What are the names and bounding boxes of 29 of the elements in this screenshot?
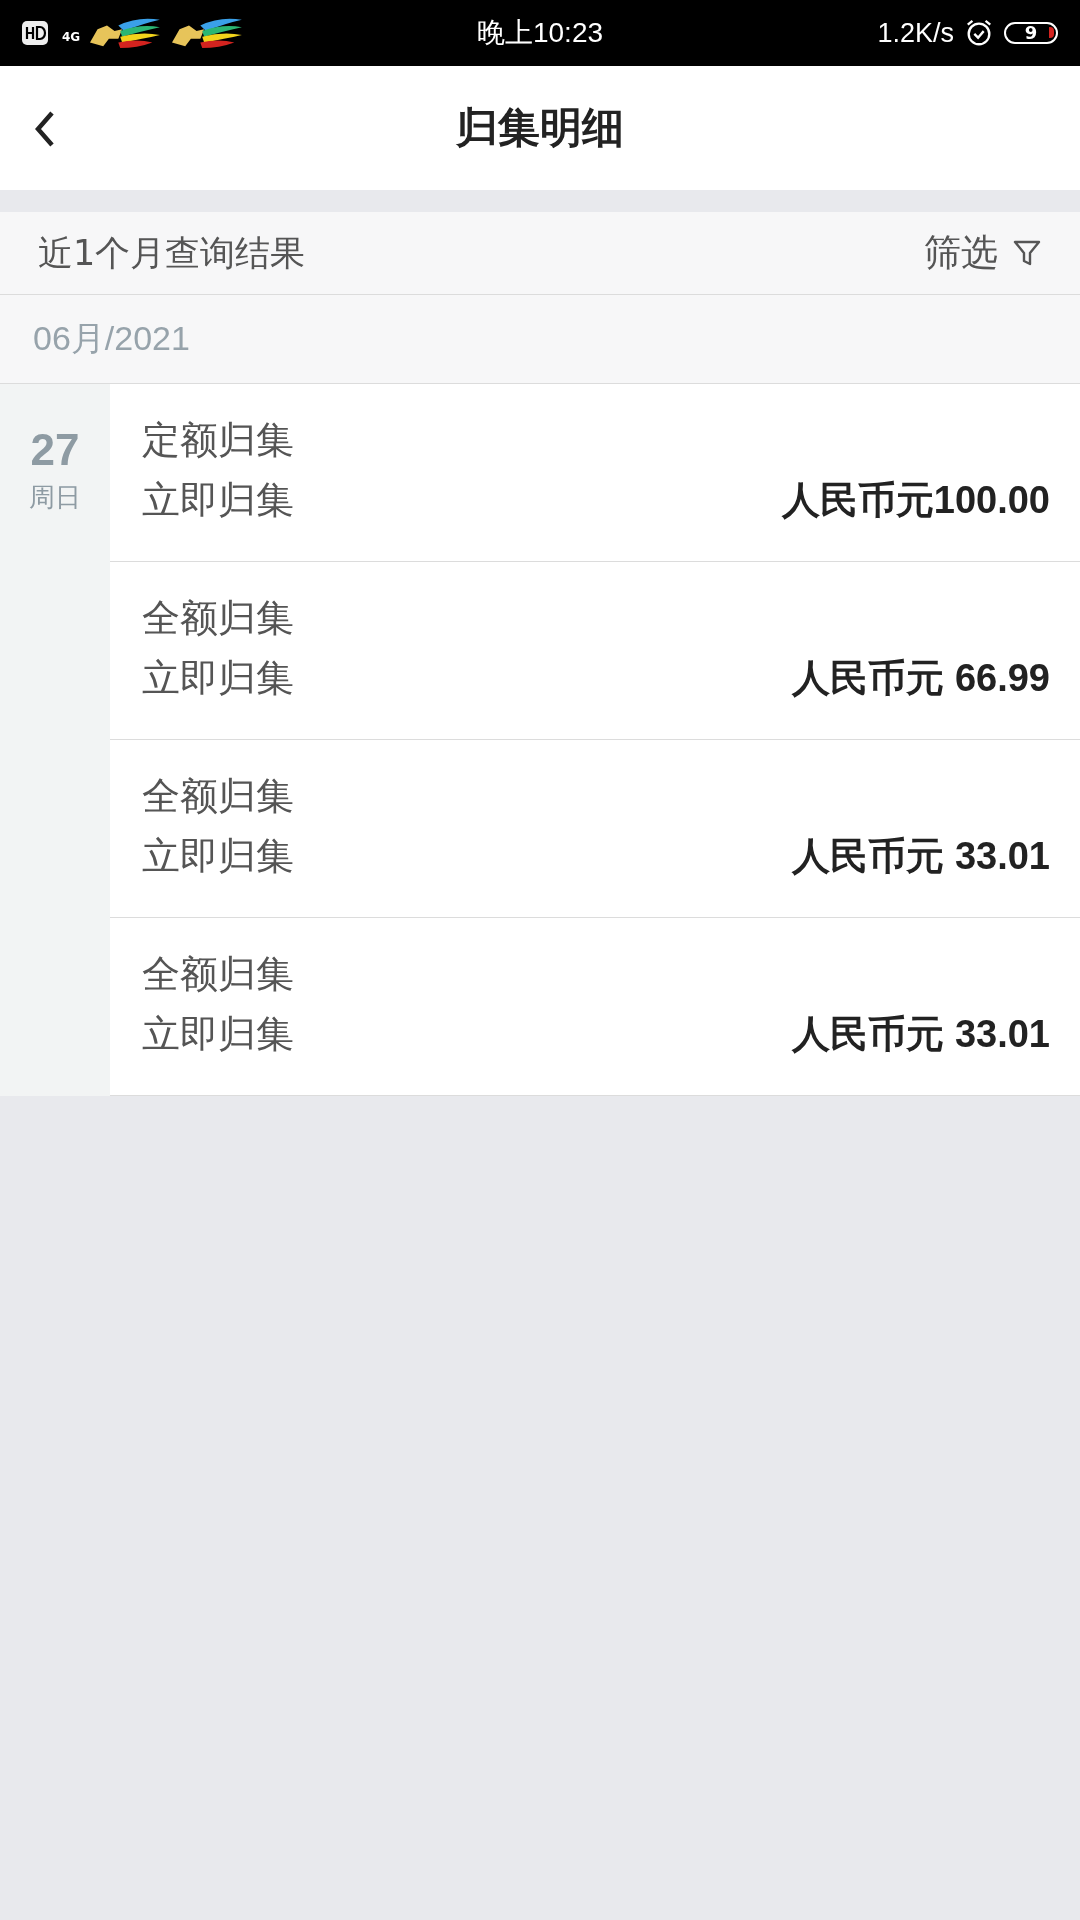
hd-icon [22, 21, 48, 45]
record-type: 全额归集 [142, 773, 295, 820]
record-mode: 立即归集 [142, 477, 294, 524]
record-mode: 立即归集 [142, 833, 294, 880]
record-amount: 人民币元 33.01 [792, 833, 1050, 879]
clock-time: 晚上10:23 [476, 16, 604, 50]
record-amount: 人民币元 66.99 [792, 655, 1050, 701]
filter-icon [1012, 238, 1042, 268]
record-type: 全额归集 [142, 951, 295, 998]
record-amount: 人民币元100.00 [781, 477, 1050, 523]
record-type: 定额归集 [142, 417, 295, 464]
page-title: 归集明细 [456, 102, 624, 154]
record-row[interactable]: 定额归集 立即归集 人民币元100.00 [110, 384, 1080, 562]
record-row[interactable]: 全额归集 立即归集 人民币元 33.01 [110, 918, 1080, 1096]
record-row[interactable]: 全额归集 立即归集 人民币元 66.99 [110, 562, 1080, 740]
alarm-icon [964, 18, 994, 48]
query-summary: 近1个月查询结果 [38, 231, 306, 275]
record-amount: 人民币元 33.01 [792, 1011, 1050, 1057]
day-number: 27 [30, 426, 80, 475]
network-type: 4G [62, 30, 81, 44]
network-speed: 1.2K/s [877, 17, 954, 49]
record-mode: 立即归集 [142, 1011, 294, 1058]
filter-button[interactable]: 筛选 [924, 228, 1042, 278]
record-mode: 立即归集 [142, 655, 294, 702]
record-type: 全额归集 [142, 595, 295, 642]
month-label: 06月/2021 [33, 318, 190, 359]
battery-icon: 9 [1004, 22, 1058, 44]
weekday-label: 周日 [29, 481, 81, 515]
record-row[interactable]: 全额归集 立即归集 人民币元 33.01 [110, 740, 1080, 918]
